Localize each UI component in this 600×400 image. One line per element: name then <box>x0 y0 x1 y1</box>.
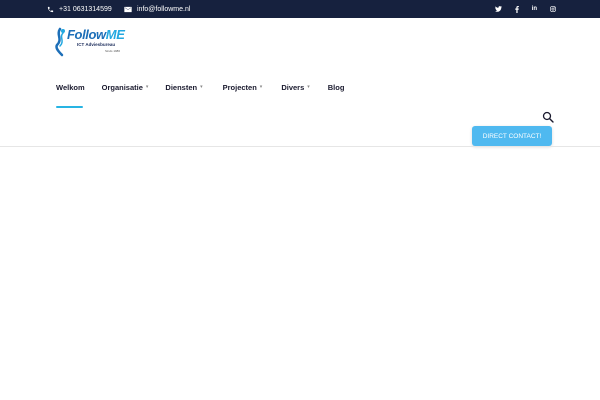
facebook-icon[interactable] <box>514 5 519 13</box>
phone-number: +31 0631314599 <box>59 5 112 13</box>
nav-item-divers[interactable]: Divers ▾ <box>281 82 309 92</box>
top-bar: +31 0631314599 info@followme.nl in <box>0 0 600 18</box>
search-icon[interactable] <box>542 110 554 123</box>
logo-wordmark: FollowME <box>67 27 125 42</box>
logo-word-follow: Follow <box>67 27 106 42</box>
twitter-icon[interactable] <box>494 6 502 12</box>
logo-word-me: ME <box>105 27 125 42</box>
instagram-icon[interactable] <box>550 6 556 12</box>
email-contact[interactable]: info@followme.nl <box>124 0 190 18</box>
nav-item-welkom[interactable]: Welkom <box>56 82 85 108</box>
active-indicator <box>56 106 83 108</box>
header-divider <box>0 146 600 147</box>
nav-label: Organisatie <box>101 82 143 92</box>
social-links: in <box>494 0 556 18</box>
linkedin-icon[interactable]: in <box>532 6 537 12</box>
email-address: info@followme.nl <box>137 5 191 13</box>
chevron-down-icon: ▾ <box>145 84 149 90</box>
logo-mark-icon <box>55 27 65 57</box>
logo-since: Sinds 1986 <box>105 49 121 53</box>
phone-contact[interactable]: +31 0631314599 <box>47 0 112 18</box>
chevron-down-icon: ▾ <box>259 84 263 90</box>
nav-label: Diensten <box>165 82 198 92</box>
logo-tagline: ICT Adviesbureau <box>77 42 116 47</box>
envelope-icon <box>124 6 132 13</box>
nav-label: Blog <box>327 82 345 92</box>
chevron-down-icon: ▾ <box>200 84 203 90</box>
phone-icon <box>47 6 54 13</box>
main-navigation: Welkom Organisatie ▾ Diensten ▾ Projecte… <box>56 82 345 108</box>
nav-label: Welkom <box>56 82 85 92</box>
site-logo[interactable]: FollowME ICT Adviesbureau Sinds 1986 <box>53 27 128 57</box>
chevron-down-icon: ▾ <box>307 84 310 90</box>
nav-label: Divers <box>281 82 305 92</box>
nav-label: Projecten <box>222 82 257 92</box>
nav-item-projecten[interactable]: Projecten ▾ <box>223 82 263 92</box>
nav-item-diensten[interactable]: Diensten ▾ <box>165 82 202 92</box>
nav-item-organisatie[interactable]: Organisatie ▾ <box>102 82 149 92</box>
direct-contact-button[interactable]: DIRECT CONTACT! <box>472 126 552 146</box>
nav-item-blog[interactable]: Blog <box>328 82 345 92</box>
